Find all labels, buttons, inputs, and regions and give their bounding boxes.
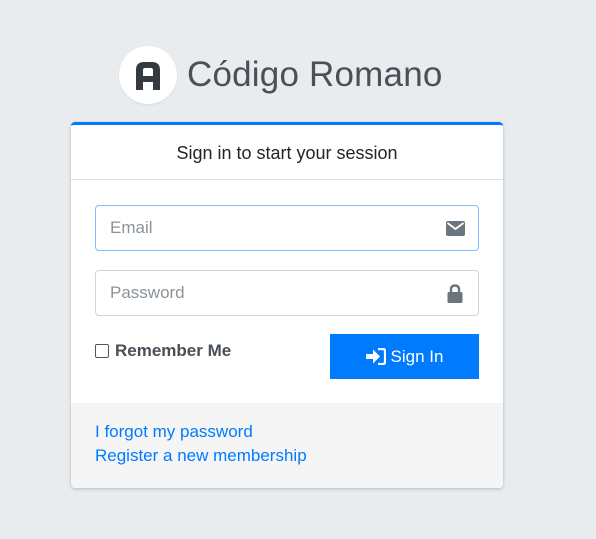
sign-in-label: Sign In bbox=[390, 346, 444, 366]
email-input[interactable] bbox=[96, 206, 432, 250]
login-card-footer: I forgot my password Register a new memb… bbox=[71, 403, 503, 488]
lock-icon bbox=[432, 271, 478, 315]
remember-me[interactable]: Remember Me bbox=[95, 341, 231, 361]
brand[interactable]: Código Romano bbox=[119, 46, 443, 104]
password-input-group bbox=[95, 270, 479, 316]
letter-a-logo-icon bbox=[136, 62, 160, 90]
login-box-message: Sign in to start your session bbox=[71, 125, 503, 180]
sign-in-icon bbox=[365, 348, 386, 365]
brand-logo bbox=[119, 46, 177, 104]
login-page: Código Romano Sign in to start your sess… bbox=[0, 0, 596, 539]
envelope-icon bbox=[432, 206, 478, 250]
remember-me-checkbox[interactable] bbox=[95, 344, 109, 358]
forgot-password-link[interactable]: I forgot my password bbox=[95, 420, 479, 444]
password-input[interactable] bbox=[96, 271, 432, 315]
email-input-group bbox=[95, 205, 479, 251]
remember-me-label: Remember Me bbox=[115, 341, 232, 360]
brand-name: Código Romano bbox=[187, 55, 443, 94]
login-card: Sign in to start your session Remembe bbox=[71, 122, 503, 488]
register-link[interactable]: Register a new membership bbox=[95, 444, 479, 468]
sign-in-button[interactable]: Sign In bbox=[330, 334, 479, 379]
